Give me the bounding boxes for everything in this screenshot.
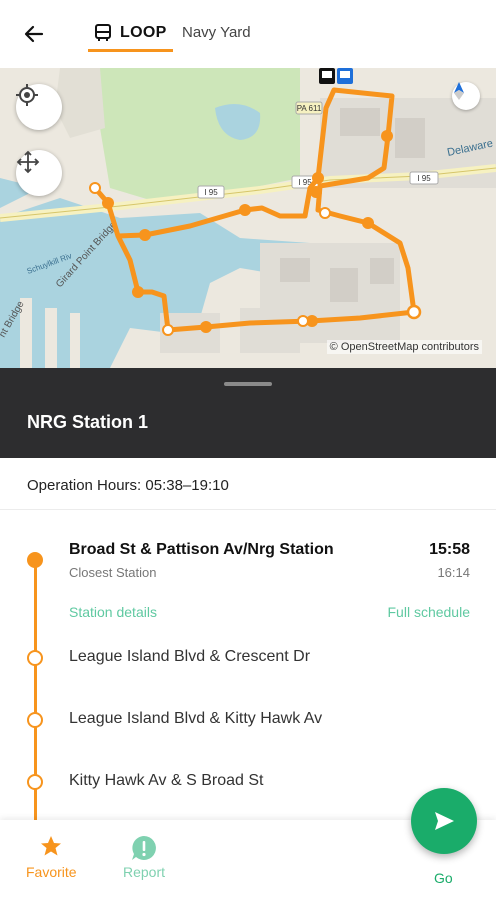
locate-me-button[interactable] <box>16 84 62 130</box>
stop-dot <box>27 712 43 728</box>
station-title: NRG Station 1 <box>27 412 149 432</box>
location-target-icon <box>16 84 38 106</box>
top-bar: LOOP Navy Yard <box>0 0 496 68</box>
next-departure-time: 15:58 <box>429 541 470 558</box>
route-tab[interactable]: LOOP <box>88 16 173 52</box>
map-attribution[interactable]: © OpenStreetMap contributors <box>326 340 482 354</box>
go-button[interactable] <box>411 788 477 854</box>
route-subtitle: Navy Yard <box>182 24 251 41</box>
station-details-link[interactable]: Station details <box>69 604 157 620</box>
report-button[interactable]: Report <box>123 834 165 880</box>
map-label-highway3: I 95 <box>417 174 431 183</box>
stop-name: League Island Blvd & Crescent Dr <box>69 648 311 665</box>
go-label: Go <box>434 870 453 886</box>
operation-hours: Operation Hours: 05:38–19:10 <box>0 458 496 510</box>
full-schedule-link[interactable]: Full schedule <box>388 604 471 620</box>
following-departure-time: 16:14 <box>437 565 470 580</box>
star-icon <box>41 836 62 856</box>
map-canvas: I 95 I 95 I 95 PA 611 Delaware Girard Po… <box>0 68 496 368</box>
pan-map-button[interactable] <box>16 150 62 196</box>
sheet-drag-handle[interactable] <box>224 382 272 386</box>
back-button[interactable] <box>14 18 54 50</box>
map-label-highway1: I 95 <box>204 188 218 197</box>
send-arrow-icon <box>435 812 454 830</box>
stop-name: Broad St & Pattison Av/Nrg Station <box>69 541 334 558</box>
stop-name: Kitty Hawk Av & S Broad St <box>69 772 264 789</box>
stop-dot <box>27 650 43 666</box>
favorite-button[interactable]: Favorite <box>26 834 77 880</box>
back-arrow-icon <box>24 25 44 43</box>
compass-icon <box>454 82 464 100</box>
stop-name: League Island Blvd & Kitty Hawk Av <box>69 710 323 727</box>
favorite-label: Favorite <box>26 864 77 880</box>
operation-hours-text: Operation Hours: 05:38–19:10 <box>27 477 229 494</box>
station-header: NRG Station 1 <box>0 368 496 458</box>
stop-dot <box>27 774 43 790</box>
bus-icon <box>92 22 114 44</box>
report-label: Report <box>123 864 166 880</box>
move-arrows-icon <box>16 150 40 174</box>
compass-button[interactable] <box>452 82 480 110</box>
closest-station-label: Closest Station <box>69 565 157 580</box>
route-map[interactable]: I 95 I 95 I 95 PA 611 Delaware Girard Po… <box>0 68 496 368</box>
report-bubble-icon <box>132 836 156 860</box>
stops-list: Broad St & Pattison Av/Nrg Station Close… <box>0 510 496 820</box>
map-label-pa: PA 611 <box>297 104 322 113</box>
stop-dot-current <box>27 552 43 568</box>
route-name: LOOP <box>120 23 167 41</box>
go-label-wrap[interactable]: Go <box>434 870 453 886</box>
